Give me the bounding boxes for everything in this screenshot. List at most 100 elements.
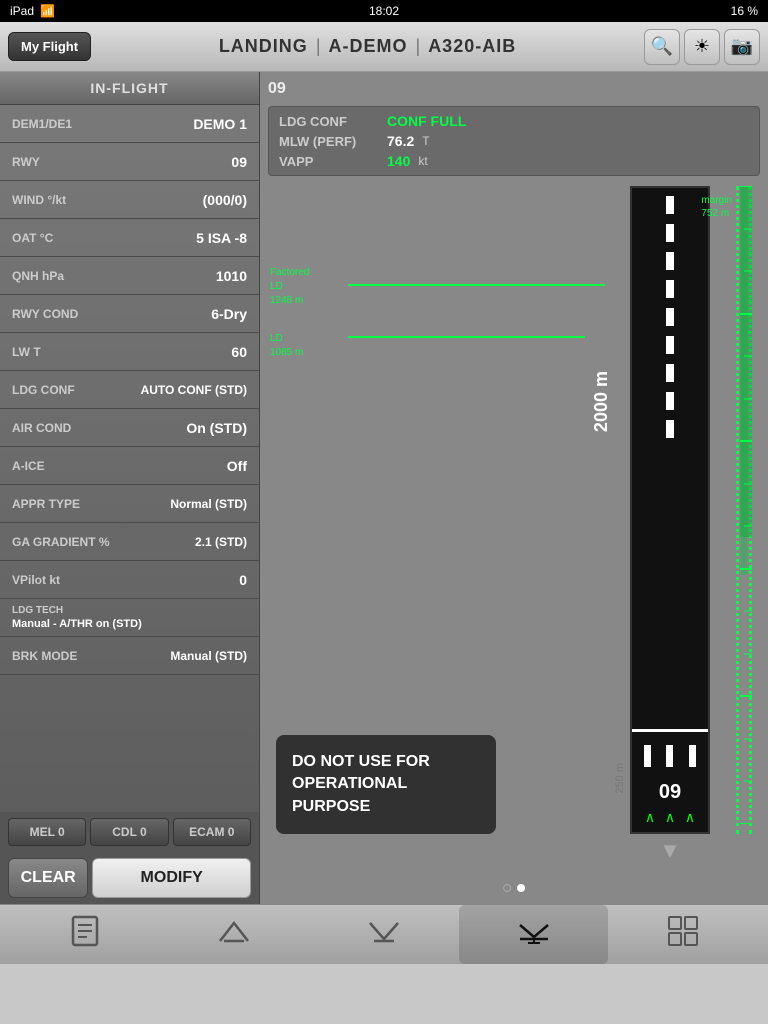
tab-landing-icon bbox=[516, 913, 552, 956]
in-flight-header: IN-FLIGHT bbox=[0, 72, 259, 105]
param-lw: LW T 60 bbox=[0, 333, 259, 371]
mel-button[interactable]: MEL 0 bbox=[8, 818, 86, 846]
param-ga-gradient: GA GRADIENT % 2.1 (STD) bbox=[0, 523, 259, 561]
clear-modify-row: CLEAR MODIFY bbox=[0, 852, 259, 904]
pagination bbox=[268, 880, 760, 896]
param-rwy-cond: RWY COND 6-Dry bbox=[0, 295, 259, 333]
perf-mlw-value: 76.2 bbox=[387, 133, 414, 149]
perf-ldg-conf-value: CONF FULL bbox=[387, 113, 466, 129]
runway-id-label: 09 bbox=[268, 80, 760, 98]
param-ldg-conf-label: LDG CONF bbox=[12, 383, 75, 397]
pagination-dot-2[interactable] bbox=[517, 884, 525, 892]
pagination-dot-1[interactable] bbox=[503, 884, 511, 892]
search-button[interactable]: 🔍 bbox=[644, 29, 680, 65]
cdl-button[interactable]: CDL 0 bbox=[90, 818, 168, 846]
tab-misc-icon bbox=[665, 913, 701, 956]
param-ga-gradient-label: GA GRADIENT % bbox=[12, 535, 110, 549]
param-dem1-value: DEMO 1 bbox=[193, 116, 247, 132]
perf-mlw-unit: T bbox=[422, 134, 429, 148]
param-wind: WIND °/kt (000/0) bbox=[0, 181, 259, 219]
param-ldg-tech-label: LDG TECH bbox=[12, 605, 63, 616]
left-panel: IN-FLIGHT DEM1/DE1 DEMO 1 RWY 09 WIND °/… bbox=[0, 72, 260, 904]
perf-data-box: LDG CONF CONF FULL MLW (PERF) 76.2 T VAP… bbox=[268, 106, 760, 176]
param-wind-value: (000/0) bbox=[203, 192, 247, 208]
nav-segment-landing: LANDING bbox=[219, 36, 308, 57]
param-vpilot-label: VPilot kt bbox=[12, 573, 60, 587]
param-appr-type-label: APPR TYPE bbox=[12, 497, 80, 511]
ld-info: Factored LD 1248 m LD 1085 m bbox=[270, 266, 309, 360]
right-panel: 09 LDG CONF CONF FULL MLW (PERF) 76.2 T … bbox=[260, 72, 768, 904]
my-flight-button[interactable]: My Flight bbox=[8, 32, 91, 61]
mel-cdl-row: MEL 0 CDL 0 ECAM 0 bbox=[0, 812, 259, 852]
param-a-ice: A-ICE Off bbox=[0, 447, 259, 485]
param-qnh-value: 1010 bbox=[216, 268, 247, 284]
status-bar: iPad 📶 18:02 16 % bbox=[0, 0, 768, 22]
wifi-icon: 📶 bbox=[40, 4, 55, 18]
warning-text: DO NOT USE FOROPERATIONAL PURPOSE bbox=[292, 751, 480, 818]
perf-vapp: VAPP 140 kt bbox=[279, 153, 749, 169]
param-oat: OAT °C 5 ISA -8 bbox=[0, 219, 259, 257]
brightness-button[interactable]: ☀ bbox=[684, 29, 720, 65]
param-oat-label: OAT °C bbox=[12, 231, 53, 245]
tab-landing[interactable] bbox=[459, 905, 609, 964]
perf-ldg-conf: LDG CONF CONF FULL bbox=[279, 113, 749, 129]
ld-line bbox=[348, 336, 585, 338]
time-display: 18:02 bbox=[369, 4, 399, 18]
param-qnh: QNH hPa 1010 bbox=[0, 257, 259, 295]
nav-segment-demo: A-DEMO bbox=[329, 36, 408, 57]
runway-visualization: Factored LD 1248 m LD 1085 m 2000 m bbox=[268, 186, 760, 874]
tab-bar bbox=[0, 904, 768, 964]
tab-misc[interactable] bbox=[608, 905, 758, 964]
ecam-button[interactable]: ECAM 0 bbox=[173, 818, 251, 846]
param-dem1-label: DEM1/DE1 bbox=[12, 117, 72, 131]
chevron-row: ∧ ∧ ∧ bbox=[632, 809, 708, 826]
param-lw-label: LW T bbox=[12, 345, 41, 359]
param-air-cond: AIR COND On (STD) bbox=[0, 409, 259, 447]
param-rwy-value: 09 bbox=[231, 154, 247, 170]
runway-end-number: 09 bbox=[632, 781, 708, 804]
main-container: IN-FLIGHT DEM1/DE1 DEMO 1 RWY 09 WIND °/… bbox=[0, 72, 768, 904]
perf-mlw: MLW (PERF) 76.2 T bbox=[279, 133, 749, 149]
param-ldg-tech: LDG TECH Manual - A/THR on (STD) bbox=[0, 599, 259, 637]
tab-briefing[interactable] bbox=[10, 905, 160, 964]
warning-box: DO NOT USE FOROPERATIONAL PURPOSE bbox=[276, 735, 496, 834]
margin-label-text: margin 752 m bbox=[701, 194, 732, 220]
chevron-2: ∧ bbox=[665, 809, 675, 826]
param-appr-type-value: Normal (STD) bbox=[170, 497, 247, 511]
chevron-3: ∧ bbox=[685, 809, 695, 826]
tab-approach-icon bbox=[366, 913, 402, 956]
modify-button[interactable]: MODIFY bbox=[92, 858, 251, 898]
dash-8 bbox=[666, 392, 674, 410]
param-ldg-conf-value: AUTO CONF (STD) bbox=[141, 383, 247, 397]
nav-bar: My Flight LANDING | A-DEMO | A320-AIB 🔍 … bbox=[0, 22, 768, 72]
perf-vapp-unit: kt bbox=[418, 154, 427, 168]
nav-icons: 🔍 ☀ 📷 bbox=[644, 29, 760, 65]
param-ga-gradient-value: 2.1 (STD) bbox=[195, 535, 247, 549]
runway-arrow-down: ▼ bbox=[630, 838, 710, 864]
param-rwy: RWY 09 bbox=[0, 143, 259, 181]
dash-5 bbox=[666, 308, 674, 326]
nav-sep-2: | bbox=[416, 36, 421, 57]
end-mark-2 bbox=[666, 745, 673, 767]
param-vpilot: VPilot kt 0 bbox=[0, 561, 259, 599]
threshold-bar bbox=[632, 729, 708, 732]
battery-display: 16 % bbox=[731, 4, 758, 18]
margin-word: margin bbox=[701, 194, 732, 207]
camera-button[interactable]: 📷 bbox=[724, 29, 760, 65]
factored-ld-label: Factored bbox=[270, 266, 309, 280]
param-air-cond-value: On (STD) bbox=[186, 420, 247, 436]
perf-mlw-label: MLW (PERF) bbox=[279, 134, 379, 149]
tab-approach[interactable] bbox=[309, 905, 459, 964]
clear-button[interactable]: CLEAR bbox=[8, 858, 88, 898]
dash-1 bbox=[666, 196, 674, 214]
nav-segment-aircraft: A320-AIB bbox=[428, 36, 516, 57]
param-qnh-label: QNH hPa bbox=[12, 269, 64, 283]
tab-takeoff[interactable] bbox=[160, 905, 310, 964]
left-bottom: MEL 0 CDL 0 ECAM 0 CLEAR MODIFY bbox=[0, 812, 259, 904]
perf-vapp-label: VAPP bbox=[279, 154, 379, 169]
param-a-ice-label: A-ICE bbox=[12, 459, 45, 473]
param-rwy-cond-label: RWY COND bbox=[12, 307, 78, 321]
param-vpilot-value: 0 bbox=[239, 572, 247, 588]
param-brk-mode-value: Manual (STD) bbox=[170, 649, 247, 663]
param-rwy-label: RWY bbox=[12, 155, 40, 169]
